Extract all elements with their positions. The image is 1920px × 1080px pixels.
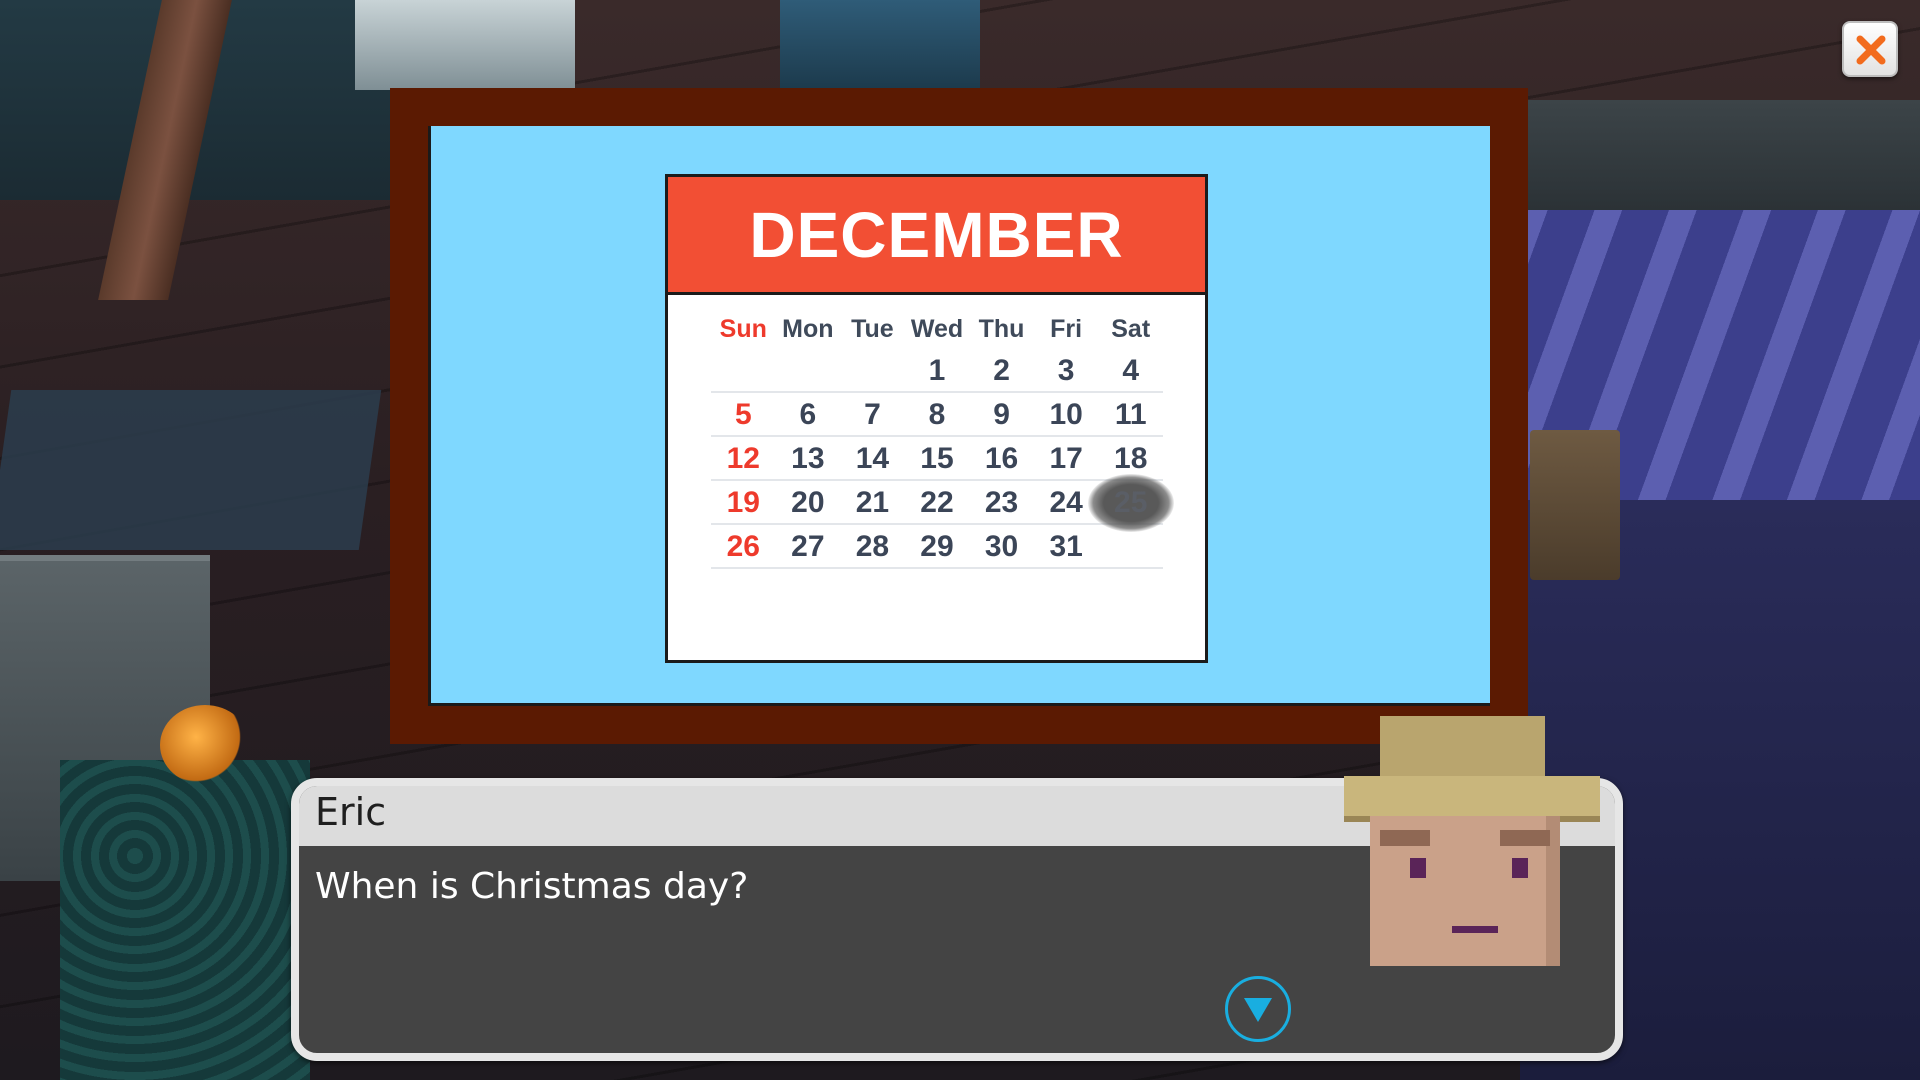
calendar-week: 26 27 28 29 30 31 [711,525,1163,569]
calendar-day: 8 [928,398,946,431]
calendar-day: 7 [864,398,881,431]
calendar-day: 27 [791,530,825,563]
weekday-label: Fri [1050,315,1083,343]
weekday-label: Mon [782,315,834,343]
wall-painting [780,0,980,90]
rug [0,390,382,550]
calendar-day: 22 [920,486,954,519]
calendar-day: 21 [855,486,890,519]
weekday-label: Thu [978,315,1025,343]
right-wall [1520,100,1920,210]
calendar-day: 26 [726,530,760,563]
right-eyebrow [1500,830,1550,846]
calendar-day: 31 [1049,530,1083,563]
weekday-label: Tue [851,315,894,343]
patterned-panel [60,760,310,1080]
speaker-name: Eric [315,790,387,834]
lamp-icon [160,705,250,785]
calendar-month: DECEMBER [749,198,1124,271]
calendar-day: 12 [726,442,760,475]
picture-board: DECEMBER Sun Mon Tue Wed Thu Fri Sat 1 2… [428,126,1490,706]
left-eyebrow [1380,830,1430,846]
calendar-header: DECEMBER [668,177,1205,295]
calendar-day: 4 [1122,354,1140,387]
calendar-day [711,349,776,393]
calendar-day [840,349,905,393]
calendar-day: 2 [993,354,1010,387]
calendar-day: 11 [1114,398,1147,431]
calendar-day [1098,525,1163,569]
calendar-week: 12 13 14 15 16 17 18 [711,437,1163,481]
calendar-day: 14 [855,442,890,475]
calendar-day: 13 [791,442,825,475]
calendar-day [776,349,841,393]
calendar-day: 16 [984,442,1019,475]
calendar-week: 19 20 21 22 23 24 25 [711,474,1174,532]
left-eye [1410,858,1426,878]
calendar-day: 10 [1049,398,1083,431]
weekday-label: Wed [910,315,964,343]
calendar-day: 28 [855,530,890,563]
dresser [1530,430,1620,580]
calendar-day: 29 [920,530,954,563]
advance-dialog-button[interactable] [1225,976,1291,1042]
weekday-row: Sun Mon Tue Wed Thu Fri Sat [711,309,1163,349]
calendar-day: 17 [1049,442,1083,475]
calendar-day: 1 [928,354,946,387]
calendar: DECEMBER Sun Mon Tue Wed Thu Fri Sat 1 2… [665,174,1208,663]
calendar-day-smudged: 25 [1087,474,1174,532]
calendar-day: 5 [734,398,752,431]
right-eye [1512,858,1528,878]
calendar-grid: Sun Mon Tue Wed Thu Fri Sat 1 2 3 4 5 6 … [711,309,1174,569]
mouth [1452,926,1498,933]
weekday-label: Sat [1111,315,1151,343]
close-button[interactable] [1842,21,1898,77]
calendar-day: 6 [799,398,817,431]
avatar-face [1370,816,1560,966]
calendar-day: 19 [726,486,760,519]
calendar-day: 30 [984,530,1019,563]
calendar-day: 3 [1057,354,1075,387]
dialog-text: When is Christmas day? [315,866,749,907]
calendar-day: 20 [791,486,825,519]
wall-painting [355,0,575,90]
picture-frame: DECEMBER Sun Mon Tue Wed Thu Fri Sat 1 2… [390,88,1528,744]
speaker-avatar [1340,716,1600,976]
calendar-day: 15 [920,442,954,475]
calendar-week: 1 2 3 4 [711,349,1163,393]
calendar-day: 9 [993,398,1010,431]
calendar-week: 5 6 7 8 9 10 11 [711,393,1163,437]
close-icon [1856,35,1886,65]
triangle-down-icon [1244,998,1272,1022]
weekday-label: Sun [719,315,767,343]
calendar-day: 23 [984,486,1019,519]
smudged-day-number: 25 [1114,486,1148,519]
